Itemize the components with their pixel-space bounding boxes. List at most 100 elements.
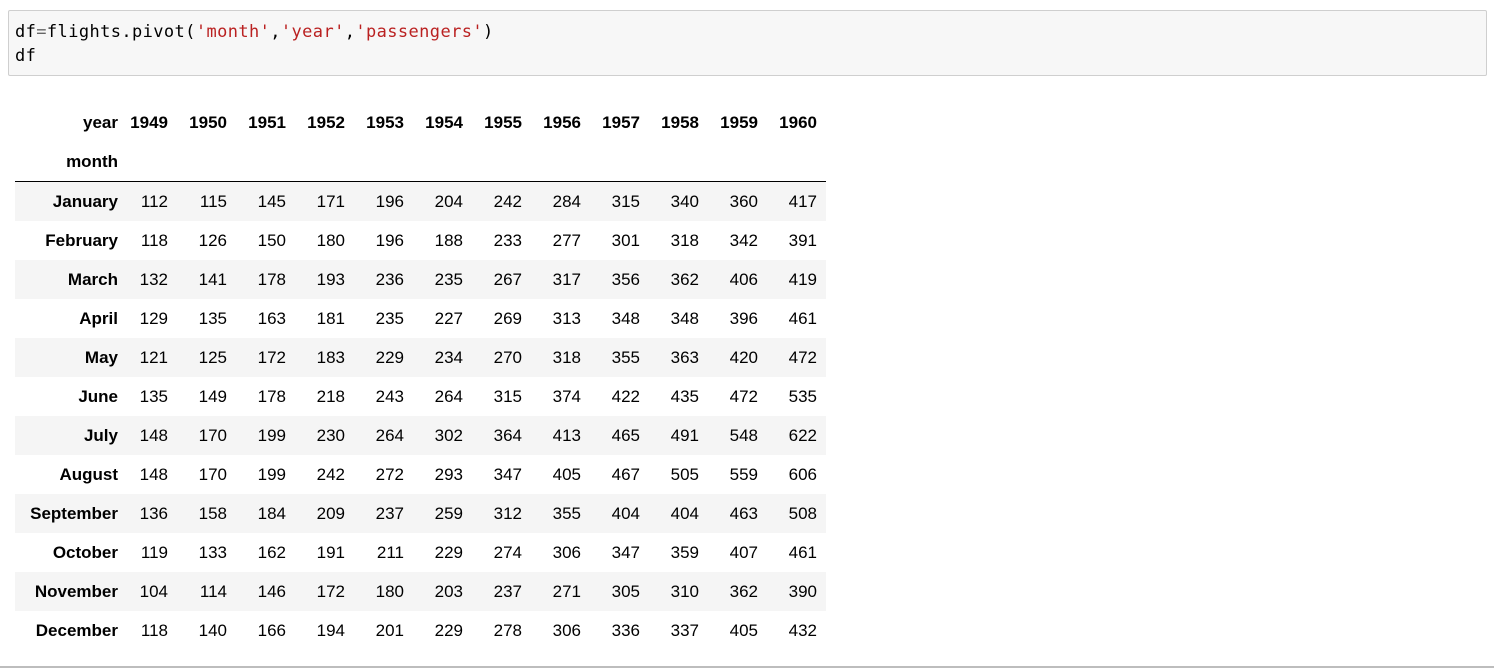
- table-cell: 362: [729, 581, 758, 601]
- table-cell: 606: [788, 464, 817, 484]
- row-index-label: October: [52, 542, 118, 562]
- header-row-columns: year 1949 1950 1951 1952 1953 1954 1955 1956 195…: [15, 103, 826, 142]
- table-row: March 132 141 178 193 236 235 267 317 356 362 406 41…: [15, 260, 826, 299]
- column-header-spacer: [649, 142, 708, 182]
- table-row: December 118 140 166 194 201 229 278 306 336 337 40…: [15, 611, 826, 650]
- table-cell: 218: [316, 386, 345, 406]
- code-line-2: df: [15, 46, 37, 66]
- table-cell: 203: [434, 581, 463, 601]
- code-input-cell[interactable]: df=flights.pivot('month','year','passeng…: [8, 10, 1487, 76]
- table-cell: 472: [788, 347, 817, 367]
- table-cell: 118: [140, 230, 168, 250]
- table-cell: 317: [552, 269, 581, 289]
- column-header-spacer: [295, 142, 354, 182]
- table-cell: 340: [670, 191, 699, 211]
- column-header-1951: 1951: [248, 112, 286, 132]
- table-cell: 461: [788, 308, 817, 328]
- column-header-spacer: [472, 142, 531, 182]
- table-cell: 396: [729, 308, 758, 328]
- row-index-label: April: [79, 308, 118, 328]
- table-cell: 237: [375, 503, 404, 523]
- table-row: August 148 170 199 242 272 293 347 405 467 505 559 6…: [15, 455, 826, 494]
- column-header-spacer: [118, 142, 177, 182]
- row-index-label: September: [30, 503, 118, 523]
- table-cell: 315: [493, 386, 522, 406]
- table-cell: 236: [375, 269, 404, 289]
- table-cell: 166: [257, 620, 286, 640]
- table-cell: 178: [257, 386, 286, 406]
- table-cell: 432: [788, 620, 817, 640]
- column-header-1956: 1956: [543, 112, 581, 132]
- table-row: November 104 114 146 172 180 203 237 271 305 310 36…: [15, 572, 826, 611]
- table-cell: 129: [139, 308, 168, 328]
- table-cell: 306: [552, 542, 581, 562]
- table-cell: 310: [670, 581, 699, 601]
- table-cell: 315: [611, 191, 640, 211]
- table-cell: 374: [552, 386, 581, 406]
- code-token-arg-month: 'month': [195, 22, 271, 42]
- table-cell: 150: [257, 230, 286, 250]
- row-index-label: June: [78, 386, 118, 406]
- table-cell: 548: [729, 425, 758, 445]
- table-cell: 419: [788, 269, 817, 289]
- code-token-df: df: [15, 22, 37, 42]
- table-cell: 242: [316, 464, 345, 484]
- table-cell: 306: [552, 620, 581, 640]
- table-cell: 461: [788, 542, 817, 562]
- table-cell: 360: [729, 191, 758, 211]
- table-cell: 227: [434, 308, 463, 328]
- table-cell: 472: [729, 386, 758, 406]
- table-cell: 133: [198, 542, 227, 562]
- table-cell: 196: [375, 191, 404, 211]
- table-cell: 104: [139, 581, 168, 601]
- table-cell: 125: [198, 347, 227, 367]
- code-token-arg-year: 'year': [280, 22, 345, 42]
- table-cell: 406: [729, 269, 758, 289]
- table-cell: 435: [670, 386, 699, 406]
- table-cell: 163: [257, 308, 286, 328]
- table-cell: 270: [493, 347, 522, 367]
- table-cell: 112: [140, 191, 168, 211]
- table-cell: 422: [611, 386, 640, 406]
- table-cell: 272: [375, 464, 404, 484]
- table-cell: 194: [316, 620, 345, 640]
- code-token-call: flights.pivot(: [46, 22, 196, 42]
- column-header-spacer: [413, 142, 472, 182]
- code-token-assign: =: [36, 22, 47, 42]
- column-header-1953: 1953: [366, 112, 404, 132]
- table-cell: 188: [434, 230, 463, 250]
- table-cell: 233: [493, 230, 522, 250]
- table-cell: 293: [434, 464, 463, 484]
- table-cell: 126: [198, 230, 227, 250]
- table-row: October 119 133 162 191 211 229 274 306 347 359 407…: [15, 533, 826, 572]
- table-cell: 301: [611, 230, 640, 250]
- code-editor[interactable]: df=flights.pivot('month','year','passeng…: [15, 20, 494, 68]
- table-cell: 271: [552, 581, 581, 601]
- table-cell: 342: [729, 230, 758, 250]
- table-cell: 178: [257, 269, 286, 289]
- column-header-1949: 1949: [130, 112, 168, 132]
- table-cell: 196: [375, 230, 404, 250]
- table-cell: 183: [316, 347, 345, 367]
- table-cell: 305: [611, 581, 640, 601]
- table-cell: 237: [493, 581, 522, 601]
- table-cell: 184: [257, 503, 286, 523]
- table-cell: 191: [316, 542, 345, 562]
- table-cell: 171: [316, 191, 345, 211]
- table-cell: 302: [434, 425, 463, 445]
- table-cell: 162: [257, 542, 286, 562]
- table-cell: 390: [788, 581, 817, 601]
- table-cell: 135: [198, 308, 227, 328]
- table-cell: 559: [729, 464, 758, 484]
- table-cell: 234: [434, 347, 463, 367]
- table-cell: 145: [257, 191, 286, 211]
- table-row: January 112 115 145 171 196 204 242 284 315 340 360…: [15, 181, 826, 221]
- table-cell: 201: [375, 620, 404, 640]
- column-header-1957: 1957: [602, 112, 640, 132]
- column-header-1950: 1950: [189, 112, 227, 132]
- table-cell: 355: [611, 347, 640, 367]
- table-cell: 364: [493, 425, 522, 445]
- table-cell: 267: [493, 269, 522, 289]
- table-cell: 115: [199, 191, 227, 211]
- code-token-comma: ,: [270, 22, 281, 42]
